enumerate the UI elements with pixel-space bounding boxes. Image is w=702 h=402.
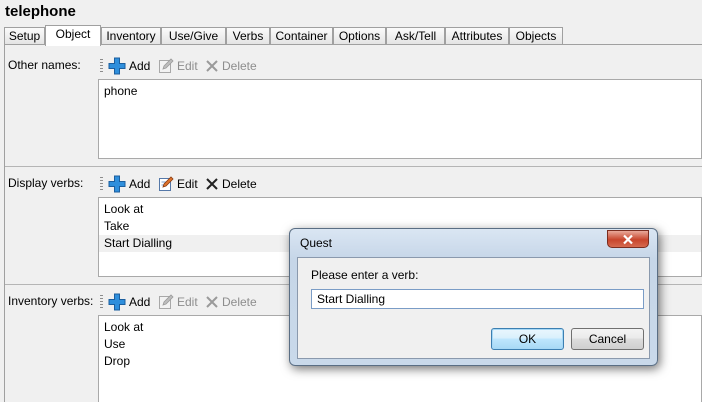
object-title: telephone — [5, 3, 76, 20]
verb-input[interactable] — [311, 289, 644, 309]
tab-attributes[interactable]: Attributes — [445, 27, 509, 44]
inventory-verbs-add-button[interactable]: Add — [108, 293, 150, 311]
close-icon — [206, 296, 218, 308]
dialog-body: Please enter a verb: OK Cancel — [297, 257, 650, 359]
tab-bar: Setup Object Inventory Use/Give Verbs Co… — [4, 25, 702, 46]
other-names-delete-button[interactable]: Delete — [205, 57, 257, 75]
toolbar-grip[interactable] — [100, 59, 103, 73]
list-item[interactable]: Look at — [99, 201, 701, 218]
plus-icon — [108, 57, 126, 75]
cancel-button[interactable]: Cancel — [571, 328, 644, 350]
dialog-close-button[interactable] — [607, 230, 649, 248]
inventory-verbs-edit-button[interactable]: Edit — [158, 293, 198, 311]
tab-use-give[interactable]: Use/Give — [161, 27, 226, 44]
list-item[interactable]: phone — [99, 83, 701, 100]
section-divider — [5, 166, 702, 167]
tab-verbs[interactable]: Verbs — [226, 27, 270, 44]
ok-button[interactable]: OK — [491, 328, 564, 350]
tab-container[interactable]: Container — [270, 27, 333, 44]
other-names-edit-button[interactable]: Edit — [158, 57, 198, 75]
close-icon — [206, 60, 218, 72]
tab-options[interactable]: Options — [333, 27, 386, 44]
plus-icon — [108, 175, 126, 193]
inventory-verbs-label: Inventory verbs: — [8, 294, 94, 308]
tab-object[interactable]: Object — [45, 25, 101, 46]
display-verbs-add-button[interactable]: Add — [108, 175, 150, 193]
edit-icon — [159, 58, 174, 73]
quest-dialog: Quest Please enter a verb: OK Cancel — [289, 228, 658, 366]
other-names-add-button[interactable]: Add — [108, 57, 150, 75]
toolbar-grip[interactable] — [100, 295, 103, 309]
dialog-title: Quest — [300, 236, 333, 250]
display-verbs-edit-button[interactable]: Edit — [158, 175, 198, 193]
display-verbs-label: Display verbs: — [8, 176, 84, 190]
other-names-label: Other names: — [8, 58, 81, 72]
edit-icon — [159, 294, 174, 309]
edit-icon — [159, 176, 174, 191]
other-names-list[interactable]: phone — [98, 79, 702, 159]
toolbar-grip[interactable] — [100, 177, 103, 191]
close-icon — [623, 234, 633, 244]
dialog-prompt: Please enter a verb: — [311, 268, 419, 282]
close-icon — [206, 178, 218, 190]
display-verbs-delete-button[interactable]: Delete — [205, 175, 257, 193]
inventory-verbs-delete-button[interactable]: Delete — [205, 293, 257, 311]
plus-icon — [108, 293, 126, 311]
tab-ask-tell[interactable]: Ask/Tell — [386, 27, 445, 44]
tab-objects[interactable]: Objects — [509, 27, 563, 44]
tab-inventory[interactable]: Inventory — [101, 27, 161, 44]
tab-setup[interactable]: Setup — [4, 27, 45, 44]
